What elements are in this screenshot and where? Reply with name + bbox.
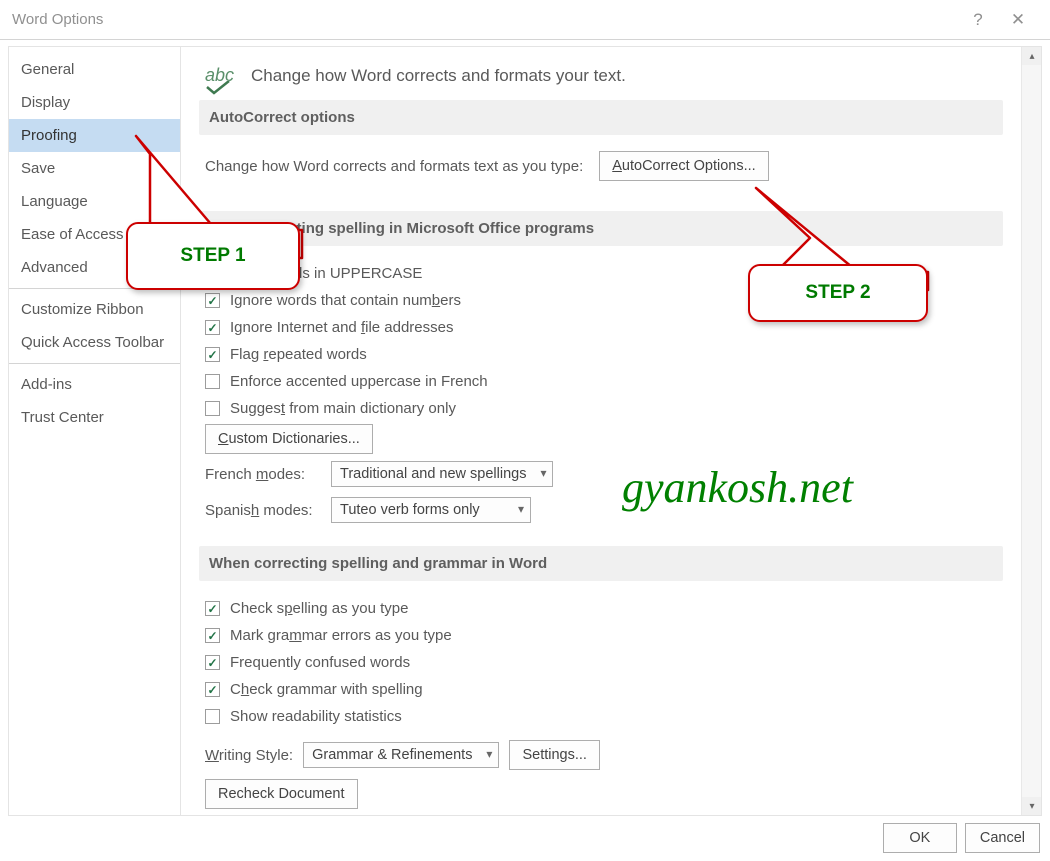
flag-repeated-label: Flag repeated words <box>230 346 367 363</box>
main-panel: General Display Proofing Save Language E… <box>8 46 1042 816</box>
settings-button[interactable]: Settings... <box>509 740 599 770</box>
check-spelling-checkbox[interactable] <box>205 601 220 616</box>
frequently-confused-checkbox[interactable] <box>205 655 220 670</box>
writing-style-dropdown[interactable]: Grammar & Refinements <box>303 742 499 768</box>
check-grammar-spelling-label: Check grammar with spelling <box>230 681 423 698</box>
sidebar-item-add-ins[interactable]: Add-ins <box>9 368 180 401</box>
frequently-confused-label: Frequently confused words <box>230 654 410 671</box>
ok-button[interactable]: OK <box>883 823 957 853</box>
enforce-accented-label: Enforce accented uppercase in French <box>230 373 488 390</box>
annotation-step1: STEP 1 <box>126 222 300 290</box>
ignore-numbers-checkbox[interactable] <box>205 293 220 308</box>
scroll-down-icon[interactable]: ▾ <box>1022 797 1041 815</box>
mark-grammar-label: Mark grammar errors as you type <box>230 627 452 644</box>
dialog-footer: OK Cancel <box>883 823 1040 853</box>
sidebar-item-language[interactable]: Language <box>9 185 180 218</box>
annotation-step2: STEP 2 <box>748 264 928 322</box>
french-modes-dropdown[interactable]: Traditional and new spellings <box>331 461 553 487</box>
help-icon[interactable]: ? <box>958 0 998 40</box>
sidebar-item-customize-ribbon[interactable]: Customize Ribbon <box>9 293 180 326</box>
autocorrect-options-button[interactable]: AutoCorrect Options... <box>599 151 768 181</box>
title-bar: Word Options ? ✕ <box>0 0 1050 40</box>
spanish-modes-label: Spanish modes: <box>205 502 321 519</box>
writing-style-label: Writing Style: <box>205 747 293 764</box>
suggest-main-dict-checkbox[interactable] <box>205 401 220 416</box>
vertical-scrollbar[interactable]: ▴ ▾ <box>1021 47 1041 815</box>
section-word-spelling-head: When correcting spelling and grammar in … <box>199 546 1003 581</box>
recheck-document-button[interactable]: Recheck Document <box>205 779 358 809</box>
readability-stats-checkbox[interactable] <box>205 709 220 724</box>
sidebar: General Display Proofing Save Language E… <box>9 47 181 815</box>
scroll-up-icon[interactable]: ▴ <box>1022 47 1041 65</box>
check-grammar-spelling-checkbox[interactable] <box>205 682 220 697</box>
custom-dictionaries-button[interactable]: Custom Dictionaries... <box>205 424 373 454</box>
check-spelling-label: Check spelling as you type <box>230 600 408 617</box>
section-autocorrect-head: AutoCorrect options <box>199 100 1003 135</box>
watermark-text: gyankosh.net <box>622 462 853 513</box>
sidebar-item-trust-center[interactable]: Trust Center <box>9 401 180 434</box>
french-modes-label: French modes: <box>205 466 321 483</box>
ignore-internet-checkbox[interactable] <box>205 320 220 335</box>
sidebar-separator <box>9 363 180 364</box>
spanish-modes-dropdown[interactable]: Tuteo verb forms only <box>331 497 531 523</box>
flag-repeated-checkbox[interactable] <box>205 347 220 362</box>
enforce-accented-checkbox[interactable] <box>205 374 220 389</box>
close-icon[interactable]: ✕ <box>998 0 1038 40</box>
sidebar-item-quick-access-toolbar[interactable]: Quick Access Toolbar <box>9 326 180 359</box>
content-area: abc Change how Word corrects and formats… <box>181 47 1021 815</box>
sidebar-item-display[interactable]: Display <box>9 86 180 119</box>
sidebar-item-general[interactable]: General <box>9 53 180 86</box>
sidebar-item-save[interactable]: Save <box>9 152 180 185</box>
cancel-button[interactable]: Cancel <box>965 823 1040 853</box>
ignore-internet-label: Ignore Internet and file addresses <box>230 319 454 336</box>
mark-grammar-checkbox[interactable] <box>205 628 220 643</box>
ignore-numbers-label: Ignore words that contain numbers <box>230 292 461 309</box>
suggest-main-dict-label: Suggest from main dictionary only <box>230 400 456 417</box>
ignore-uppercase-label: rds in UPPERCASE <box>289 265 422 282</box>
section-office-spelling-head: en correcting spelling in Microsoft Offi… <box>199 211 1003 246</box>
autocorrect-description: Change how Word corrects and formats tex… <box>205 158 583 175</box>
page-title: Change how Word corrects and formats you… <box>251 66 626 86</box>
readability-stats-label: Show readability statistics <box>230 708 402 725</box>
window-title: Word Options <box>12 11 103 28</box>
sidebar-item-proofing[interactable]: Proofing <box>9 119 180 152</box>
proofing-abc-icon: abc <box>205 65 237 86</box>
